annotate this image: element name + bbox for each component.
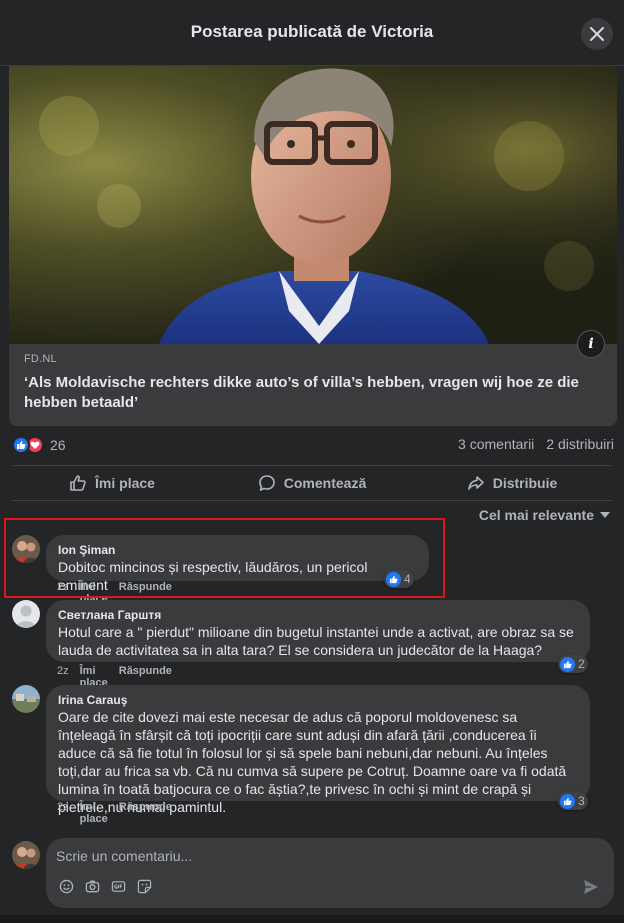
bottom-strip <box>0 915 624 923</box>
stats-right: 3 comentarii 2 distribuiri <box>458 436 614 452</box>
divider <box>12 500 612 501</box>
camera-icon <box>85 880 99 892</box>
link-source: FD.NL <box>24 353 57 365</box>
post-actions: Îmi place Comentează Distribuie <box>12 466 612 500</box>
comment-label: Comentează <box>283 475 367 491</box>
close-icon <box>590 27 604 41</box>
like-reaction-icon <box>560 793 575 809</box>
emoji-icon <box>59 879 73 893</box>
highlight-box <box>4 518 445 598</box>
composer-box <box>46 838 614 908</box>
modal-header: Postarea publicată de Victoria <box>0 0 624 66</box>
comment-meta: 2z Îmi place Răspunde <box>57 801 172 825</box>
gif-button[interactable] <box>110 878 126 894</box>
comment-bubble: Светлана Гарштя Hotul care a " pierdut" … <box>46 600 590 662</box>
comment-author[interactable]: Irina Carauş <box>58 692 578 708</box>
comments-count-link[interactable]: 3 comentarii <box>458 436 534 452</box>
comment-composer <box>12 838 614 908</box>
like-button[interactable]: Îmi place <box>12 466 212 500</box>
comment-reaction-count: 3 <box>578 794 585 808</box>
sticker-button[interactable] <box>136 878 152 894</box>
comment-text: Hotul care a " pierdut" milioane din bug… <box>58 624 574 658</box>
close-button[interactable] <box>581 18 613 50</box>
avatar[interactable] <box>12 685 40 713</box>
like-icon <box>70 475 86 491</box>
send-button[interactable] <box>582 878 600 896</box>
like-reaction-icon <box>560 656 575 672</box>
comment-input[interactable] <box>56 846 556 866</box>
share-button[interactable]: Distribuie <box>412 466 612 500</box>
sort-label: Cel mai relevante <box>478 507 594 523</box>
caret-down-icon <box>600 512 610 518</box>
link-title[interactable]: ‘Als Moldavische rechters dikke auto’s o… <box>24 373 605 413</box>
comment-reaction-count: 2 <box>578 657 585 671</box>
link-preview-card[interactable]: i FD.NL ‘Als Moldavische rechters dikke … <box>9 66 617 426</box>
gif-icon <box>111 880 125 892</box>
share-icon <box>467 476 484 490</box>
comment-reply-link[interactable]: Răspunde <box>119 801 172 825</box>
avatar[interactable] <box>12 600 40 628</box>
link-card-text[interactable]: FD.NL ‘Als Moldavische rechters dikke au… <box>24 353 605 413</box>
comment-sort-dropdown[interactable]: Cel mai relevante <box>479 507 610 523</box>
comment-time[interactable]: 2z <box>57 801 69 825</box>
share-label: Distribuie <box>492 475 558 491</box>
comment-bubble: Irina Carauş Oare de cite dovezi mai est… <box>46 685 590 815</box>
comment-text: Oare de cite dovezi mai este necesar de … <box>58 709 567 815</box>
like-reaction-icon <box>12 436 30 454</box>
camera-button[interactable] <box>84 878 100 894</box>
comment-button[interactable]: Comentează <box>212 466 412 500</box>
info-icon: i <box>588 336 594 352</box>
post-modal: Postarea publicată de Victoria i FD.NL ‘… <box>0 0 624 923</box>
reaction-summary[interactable]: 26 <box>12 436 66 454</box>
comment-reactions[interactable]: 2 <box>558 655 588 673</box>
modal-title: Postarea publicată de Victoria <box>190 22 434 41</box>
comment-like-link[interactable]: Îmi place <box>80 801 108 825</box>
sticker-icon <box>137 879 151 893</box>
article-photo[interactable] <box>9 66 617 344</box>
comment-reactions[interactable]: 3 <box>558 792 588 810</box>
send-icon <box>584 880 598 894</box>
comment-icon <box>258 475 275 491</box>
like-label: Îmi place <box>95 475 155 491</box>
comment-author[interactable]: Светлана Гарштя <box>58 607 578 623</box>
composer-tools <box>58 878 152 894</box>
post-stats: 26 3 comentarii 2 distribuiri <box>12 436 614 456</box>
shares-count-link[interactable]: 2 distribuiri <box>546 436 614 452</box>
emoji-button[interactable] <box>58 878 74 894</box>
reaction-count: 26 <box>50 437 66 453</box>
avatar[interactable] <box>12 841 40 869</box>
